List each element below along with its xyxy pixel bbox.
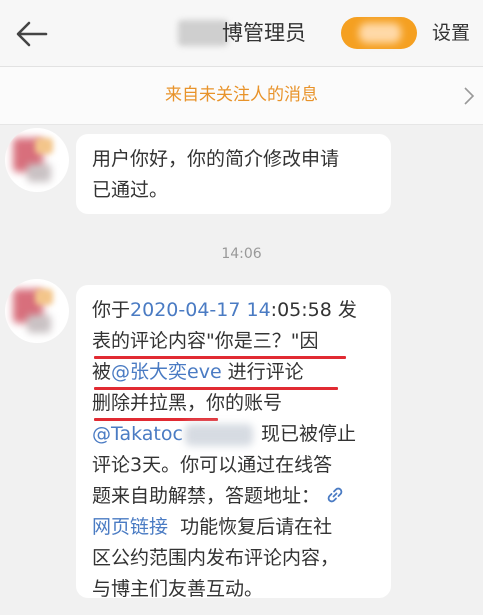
text: 评论3天。你可以通过在线答 bbox=[92, 454, 333, 476]
avatar[interactable] bbox=[5, 128, 69, 192]
text: 进行评论 bbox=[221, 361, 304, 383]
text: 被 bbox=[92, 361, 112, 383]
settings-button[interactable]: 设置 bbox=[432, 20, 470, 46]
text: ，你的账号 bbox=[187, 392, 283, 414]
message-text: 你于2020-04-17 14:05:58 发 表的评论内容"你是三？"因 被@… bbox=[92, 295, 382, 605]
message-bubble: 你于2020-04-17 14:05:58 发 表的评论内容"你是三？"因 被@… bbox=[76, 285, 391, 600]
text: 区公约范围内发布评论内容， bbox=[92, 547, 340, 569]
page-title-text: 博管理员 bbox=[222, 21, 306, 45]
avatar[interactable] bbox=[5, 279, 69, 343]
strangers-messages-banner[interactable]: 来自未关注人的消息 bbox=[0, 67, 483, 125]
message-line: 区公约范围内发布评论内容， bbox=[92, 543, 382, 574]
text: 你于 bbox=[92, 299, 131, 321]
message-line: 已通过。 bbox=[92, 179, 169, 201]
text: 功能恢复后请在社 bbox=[168, 516, 333, 538]
message-line: @Takatoc 现已被停止 bbox=[92, 419, 382, 450]
vip-badge[interactable] bbox=[341, 17, 417, 49]
chevron-right-icon bbox=[464, 87, 475, 105]
vip-badge-redacted bbox=[359, 23, 401, 43]
mention-link[interactable]: @张大奕eve bbox=[111, 361, 222, 383]
redacted-username bbox=[184, 423, 253, 446]
message-timestamp: 14:06 bbox=[221, 246, 262, 262]
strangers-banner-label: 来自未关注人的消息 bbox=[165, 85, 318, 105]
text: 与博主们友善互动。 bbox=[92, 578, 264, 600]
avatar-image-part bbox=[27, 315, 51, 333]
message-bubble: 用户你好，你的简介修改申请 已通过。 bbox=[76, 134, 391, 214]
text: :05:58 发 bbox=[270, 299, 357, 321]
mention-link[interactable]: @Takatoc bbox=[92, 423, 183, 445]
back-arrow-icon[interactable] bbox=[14, 16, 50, 52]
text: 表的评论内容"你是三？"因 bbox=[92, 330, 319, 352]
message-line: 网页链接 功能恢复后请在社 bbox=[92, 512, 382, 543]
message-line: 被@张大奕eve 进行评论 bbox=[92, 357, 382, 390]
avatar-image-part bbox=[27, 164, 51, 182]
top-bar: 博管理员 设置 bbox=[0, 0, 483, 67]
message-line: 评论3天。你可以通过在线答 bbox=[92, 450, 382, 481]
message-line: 删除并拉黑，你的账号 bbox=[92, 388, 382, 421]
message-line: 表的评论内容"你是三？"因 bbox=[92, 326, 382, 359]
message-line: 你于2020-04-17 14:05:58 发 bbox=[92, 295, 382, 326]
avatar-image-part bbox=[35, 289, 53, 305]
text: 题来自助解禁，答题地址： bbox=[92, 485, 321, 507]
time-highlight: 14 bbox=[246, 299, 271, 321]
title-redacted bbox=[178, 20, 228, 46]
message-line: 与博主们友善互动。 bbox=[92, 574, 382, 605]
link-icon bbox=[327, 487, 343, 503]
text: 现已被停止 bbox=[254, 423, 356, 445]
message-line: 题来自助解禁，答题地址： bbox=[92, 481, 382, 512]
web-link[interactable]: 网页链接 bbox=[92, 516, 168, 538]
avatar-image-part bbox=[35, 138, 53, 154]
date-highlight: 2020-04-17 bbox=[130, 299, 241, 321]
message-line: 用户你好，你的简介修改申请 bbox=[92, 148, 340, 170]
text: 删除并拉黑 bbox=[92, 392, 188, 414]
message-text: 用户你好，你的简介修改申请 已通过。 bbox=[92, 144, 382, 206]
